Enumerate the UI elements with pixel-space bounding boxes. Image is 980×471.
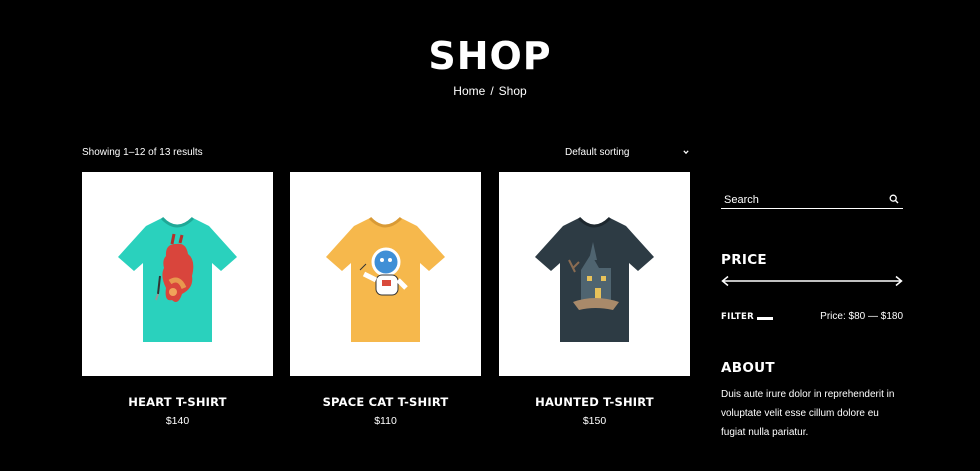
sorting-select[interactable]: Default sorting — [560, 143, 692, 163]
filter-button[interactable]: FILTER — [721, 311, 754, 323]
product-name[interactable]: HAUNTED T-SHIRT — [499, 394, 690, 410]
product-name[interactable]: HEART T-SHIRT — [82, 394, 273, 410]
price-slider[interactable] — [721, 275, 903, 287]
product-image[interactable] — [82, 172, 273, 376]
search-form — [721, 190, 903, 209]
chevron-down-icon — [683, 150, 689, 155]
tshirt-haunted-image — [535, 216, 654, 342]
price-range-label: Price: $80 — $180 — [820, 311, 903, 322]
product-card[interactable]: HAUNTED T-SHIRT $150 — [499, 172, 690, 428]
product-price: $140 — [165, 415, 190, 427]
product-card[interactable]: SPACE CAT T-SHIRT $110 — [290, 172, 481, 428]
result-count: Showing 1–12 of 13 results — [82, 147, 203, 158]
product-price: $150 — [582, 415, 607, 427]
about-widget-title: ABOUT — [721, 360, 775, 376]
tshirt-heart-image — [118, 216, 237, 342]
breadcrumb-current: Shop — [498, 84, 527, 98]
breadcrumb: Home / Shop — [0, 83, 980, 99]
search-icon[interactable] — [889, 194, 899, 204]
tshirt-space-cat-image — [326, 216, 445, 342]
product-image[interactable] — [290, 172, 481, 376]
price-widget-title: PRICE — [721, 252, 767, 268]
about-text: Duis aute irure dolor in reprehenderit i… — [721, 389, 895, 438]
product-price: $110 — [374, 415, 397, 427]
breadcrumb-home-link[interactable]: Home — [453, 84, 485, 98]
product-name[interactable]: SPACE CAT T-SHIRT — [290, 394, 481, 410]
sorting-label: Default sorting — [565, 147, 630, 158]
page-title: SHOP — [428, 34, 552, 78]
filter-underline — [757, 317, 773, 320]
search-input[interactable] — [721, 191, 874, 209]
product-image[interactable] — [499, 172, 690, 376]
breadcrumb-separator: / — [490, 84, 494, 98]
product-card[interactable]: HEART T-SHIRT $140 — [82, 172, 273, 428]
